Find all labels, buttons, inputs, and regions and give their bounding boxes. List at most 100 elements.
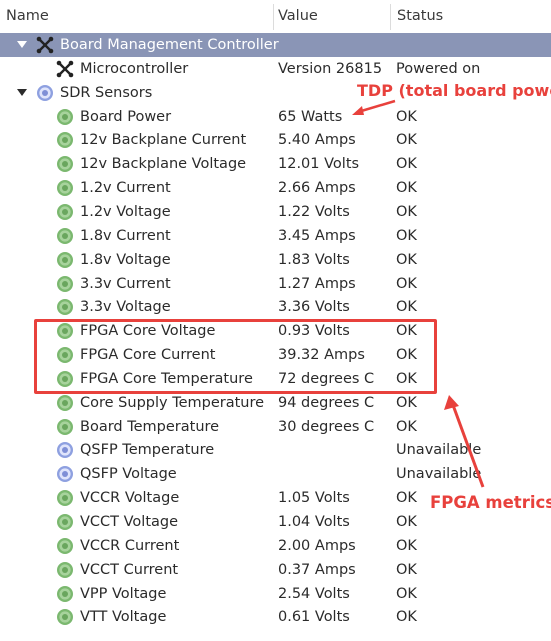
row-name: Microcontroller bbox=[80, 60, 189, 77]
row-value: 1.27 Amps bbox=[278, 275, 356, 292]
row-value: 2.54 Volts bbox=[278, 585, 350, 602]
row-value: 3.36 Volts bbox=[278, 299, 350, 316]
row-status: OK bbox=[396, 585, 417, 602]
row-status: OK bbox=[396, 227, 417, 244]
row-name: 12v Backplane Voltage bbox=[80, 156, 247, 173]
row-value: 94 degrees C bbox=[278, 394, 375, 411]
sensor-green-icon bbox=[56, 370, 74, 388]
sensor-green-icon bbox=[56, 275, 74, 293]
network-icon bbox=[36, 36, 54, 54]
row-status: OK bbox=[396, 108, 417, 125]
sensor-green-icon bbox=[56, 537, 74, 555]
sensor-green-icon bbox=[56, 346, 74, 364]
tree-row[interactable]: 3.3v Voltage 3.36 Volts OK bbox=[0, 295, 551, 319]
sensor-blue-icon bbox=[56, 465, 74, 483]
row-value: Version 26815 bbox=[278, 60, 383, 77]
row-status: Powered on bbox=[396, 60, 481, 77]
row-name: Board Temperature bbox=[80, 418, 220, 435]
sensor-green-icon bbox=[56, 513, 74, 531]
column-divider[interactable] bbox=[273, 4, 274, 30]
tree-row[interactable]: QSFP Voltage Unavailable bbox=[0, 462, 551, 486]
tree-row[interactable]: Board Power 65 Watts OK bbox=[0, 105, 551, 129]
row-status: OK bbox=[396, 132, 417, 149]
tree-row[interactable]: QSFP Temperature Unavailable bbox=[0, 438, 551, 462]
tree-row[interactable]: VCCR Voltage 1.05 Volts OK bbox=[0, 486, 551, 510]
tree-row[interactable]: FPGA Core Current 39.32 Amps OK bbox=[0, 343, 551, 367]
column-divider[interactable] bbox=[390, 4, 391, 30]
row-status: Unavailable bbox=[396, 466, 482, 483]
column-name-header[interactable]: Name bbox=[6, 0, 49, 33]
tree-row[interactable]: VCCT Voltage 1.04 Volts OK bbox=[0, 510, 551, 534]
row-status: OK bbox=[396, 490, 417, 507]
network-icon bbox=[56, 60, 74, 78]
sensor-green-icon bbox=[56, 108, 74, 126]
sensor-green-icon bbox=[56, 489, 74, 507]
tree-row[interactable]: VCCR Current 2.00 Amps OK bbox=[0, 534, 551, 558]
expander-arrow-icon[interactable] bbox=[17, 88, 27, 96]
row-value: 1.83 Volts bbox=[278, 251, 350, 268]
row-name: 1.8v Current bbox=[80, 227, 171, 244]
tree-row[interactable]: 1.2v Voltage 1.22 Volts OK bbox=[0, 200, 551, 224]
tree-row[interactable]: 3.3v Current 1.27 Amps OK bbox=[0, 272, 551, 296]
row-status: Unavailable bbox=[396, 442, 482, 459]
sensor-green-icon bbox=[56, 561, 74, 579]
row-name: VCCT Current bbox=[80, 561, 179, 578]
sensor-green-icon bbox=[56, 418, 74, 436]
row-name: VPP Voltage bbox=[80, 585, 167, 602]
tree-row[interactable]: VCCT Current 0.37 Amps OK bbox=[0, 558, 551, 582]
tree-row[interactable]: Core Supply Temperature 94 degrees C OK bbox=[0, 391, 551, 415]
tree-row[interactable]: VPP Voltage 2.54 Volts OK bbox=[0, 582, 551, 606]
row-name: VCCR Current bbox=[80, 537, 180, 554]
column-status-header[interactable]: Status bbox=[397, 0, 443, 33]
row-value: 0.93 Volts bbox=[278, 323, 350, 340]
sensor-green-icon bbox=[56, 179, 74, 197]
row-name: Board Power bbox=[80, 108, 172, 125]
row-value: 1.22 Volts bbox=[278, 203, 350, 220]
expander-arrow-icon[interactable] bbox=[17, 41, 27, 48]
row-name: FPGA Core Temperature bbox=[80, 370, 253, 387]
tree-row[interactable]: 12v Backplane Voltage 12.01 Volts OK bbox=[0, 152, 551, 176]
tree-row[interactable]: VTT Voltage 0.61 Volts OK bbox=[0, 605, 551, 629]
tree-row[interactable]: 1.8v Voltage 1.83 Volts OK bbox=[0, 248, 551, 272]
sensor-green-icon bbox=[56, 298, 74, 316]
row-value: 1.05 Volts bbox=[278, 490, 350, 507]
row-status: OK bbox=[396, 203, 417, 220]
tree-row[interactable]: Board Management Controller bbox=[0, 33, 551, 57]
tree-row[interactable]: 1.2v Current 2.66 Amps OK bbox=[0, 176, 551, 200]
sensor-blue-icon bbox=[56, 441, 74, 459]
row-value: 65 Watts bbox=[278, 108, 343, 125]
sensor-green-icon bbox=[56, 608, 74, 626]
row-name: FPGA Core Current bbox=[80, 347, 216, 364]
row-value: 39.32 Amps bbox=[278, 347, 365, 364]
row-status: OK bbox=[396, 347, 417, 364]
column-header: Name Value Status bbox=[0, 0, 551, 34]
row-name: VCCT Voltage bbox=[80, 514, 179, 530]
row-name: Core Supply Temperature bbox=[80, 394, 265, 411]
row-status: OK bbox=[396, 394, 417, 411]
sensor-green-icon bbox=[56, 322, 74, 340]
row-name: 12v Backplane Current bbox=[80, 132, 247, 149]
row-status: OK bbox=[396, 609, 417, 626]
row-value: 0.61 Volts bbox=[278, 609, 350, 626]
tree-row[interactable]: FPGA Core Voltage 0.93 Volts OK bbox=[0, 319, 551, 343]
tree-row[interactable]: FPGA Core Temperature 72 degrees C OK bbox=[0, 367, 551, 391]
sensor-green-icon bbox=[56, 155, 74, 173]
tree-row[interactable]: SDR Sensors bbox=[0, 81, 551, 105]
row-value: 0.37 Amps bbox=[278, 561, 356, 578]
row-name: VCCR Voltage bbox=[80, 490, 180, 507]
row-value: 30 degrees C bbox=[278, 418, 375, 435]
row-value: 3.45 Amps bbox=[278, 227, 356, 244]
tree-row[interactable]: Board Temperature 30 degrees C OK bbox=[0, 415, 551, 439]
row-name: QSFP Temperature bbox=[80, 442, 215, 459]
row-name: 3.3v Current bbox=[80, 275, 171, 292]
tree-row[interactable]: Microcontroller Version 26815 Powered on bbox=[0, 57, 551, 81]
row-name: VTT Voltage bbox=[80, 609, 167, 626]
tree-row[interactable]: 12v Backplane Current 5.40 Amps OK bbox=[0, 128, 551, 152]
row-value: 2.00 Amps bbox=[278, 537, 356, 554]
sensor-green-icon bbox=[56, 131, 74, 149]
sensor-blue-icon bbox=[36, 84, 54, 102]
row-status: OK bbox=[396, 561, 417, 578]
column-value-header[interactable]: Value bbox=[278, 0, 318, 33]
row-name: QSFP Voltage bbox=[80, 466, 177, 483]
tree-row[interactable]: 1.8v Current 3.45 Amps OK bbox=[0, 224, 551, 248]
